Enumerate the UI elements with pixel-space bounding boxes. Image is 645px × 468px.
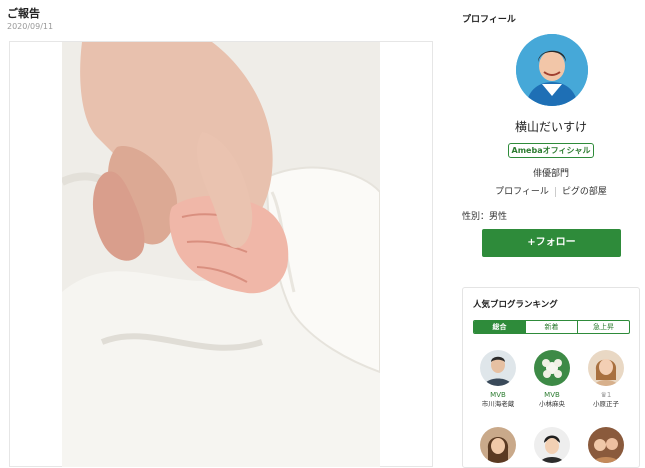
profile-avatar[interactable] xyxy=(516,34,588,106)
ranking-avatar[interactable] xyxy=(534,350,570,386)
post-photo-frame xyxy=(9,41,433,467)
post-title: ご報告 xyxy=(7,7,40,20)
tab-new[interactable]: 新着 xyxy=(525,321,577,333)
rank-badge: ♛1 xyxy=(600,391,612,399)
ranking-title: 人気ブログランキング xyxy=(473,300,558,310)
follow-button[interactable]: +フォロー xyxy=(482,229,621,257)
profile-category: 俳優部門 xyxy=(532,169,569,179)
rank-name[interactable]: 小林麻央 xyxy=(527,400,577,409)
ranking-tabs: 総合 新着 急上昇 xyxy=(473,320,630,334)
rank-badge: MVB xyxy=(490,391,506,399)
ranking-avatar[interactable] xyxy=(480,350,516,386)
ranking-item[interactable] xyxy=(581,427,631,463)
ranking-item[interactable] xyxy=(473,427,523,463)
ranking-avatar[interactable] xyxy=(480,427,516,463)
pig-room-link[interactable]: ピグの部屋 xyxy=(562,187,607,197)
profile-heading: プロフィール xyxy=(462,15,516,25)
ranking-box: 人気ブログランキング 総合 新着 急上昇 MVB 市川海老蔵 MVB 小林麻央 … xyxy=(462,287,640,468)
post-photo[interactable] xyxy=(62,42,380,467)
ranking-item[interactable]: ♛1 小原正子 xyxy=(581,350,631,409)
rank-badge: MVB xyxy=(544,391,560,399)
profile-links: プロフィール ピグの部屋 xyxy=(462,184,640,197)
profile-link[interactable]: プロフィール xyxy=(495,187,549,197)
profile-gender: 性別：男性 xyxy=(462,212,508,222)
official-badge: Amebaオフィシャル xyxy=(508,143,594,158)
rank-name[interactable]: 小原正子 xyxy=(581,400,631,409)
ranking-item[interactable]: MVB 小林麻央 xyxy=(527,350,577,409)
ranking-item[interactable] xyxy=(527,427,577,463)
post-date: 2020/09/11 xyxy=(7,22,54,31)
ranking-item[interactable]: MVB 市川海老蔵 xyxy=(473,350,523,409)
link-divider xyxy=(554,186,556,197)
ranking-avatar[interactable] xyxy=(534,427,570,463)
tab-overall[interactable]: 総合 xyxy=(474,321,525,333)
ranking-avatar[interactable] xyxy=(588,350,624,386)
tab-rising[interactable]: 急上昇 xyxy=(577,321,629,333)
rank-name[interactable]: 市川海老蔵 xyxy=(473,400,523,409)
profile-name[interactable]: 横山だいすけ xyxy=(462,118,640,135)
ranking-avatar[interactable] xyxy=(588,427,624,463)
